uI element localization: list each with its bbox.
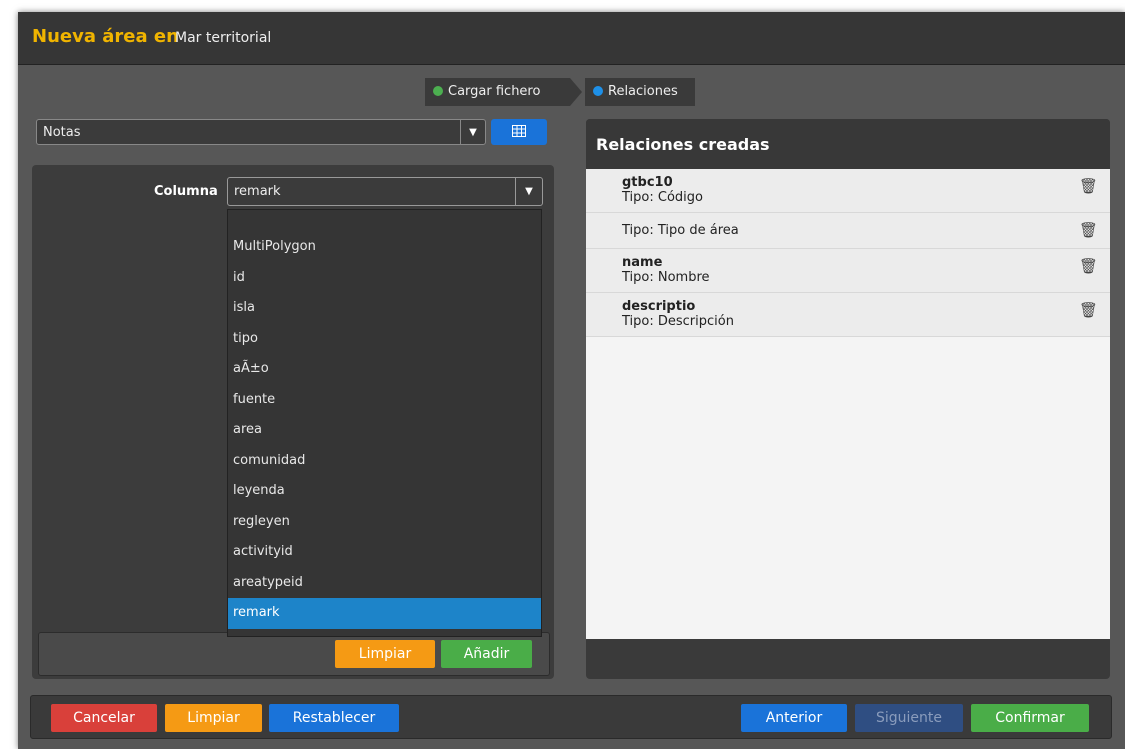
dropdown-option[interactable]: area bbox=[228, 415, 541, 446]
columna-select[interactable]: remark ▼ bbox=[227, 177, 543, 206]
left-panel-footer: Limpiar Añadir bbox=[38, 632, 550, 676]
dropdown-option[interactable]: fuente bbox=[228, 385, 541, 416]
anadir-button[interactable]: Añadir bbox=[441, 640, 532, 668]
dropdown-option[interactable]: regleyen bbox=[228, 507, 541, 538]
dropdown-option[interactable]: leyenda bbox=[228, 476, 541, 507]
step-done-dot bbox=[433, 86, 443, 96]
dropdown-option[interactable]: id bbox=[228, 263, 541, 294]
caret-down-icon: ▼ bbox=[460, 120, 485, 144]
step-relaciones[interactable]: Relaciones bbox=[585, 78, 695, 106]
step-label: Cargar fichero bbox=[448, 84, 541, 99]
relation-type: Tipo: Nombre bbox=[622, 270, 710, 285]
relations-panel: Relaciones creadas gtbc10 Tipo: Código 🗑… bbox=[586, 119, 1110, 679]
dropdown-option[interactable]: areatypeid bbox=[228, 568, 541, 599]
cancelar-button[interactable]: Cancelar bbox=[51, 704, 157, 732]
dropdown-option[interactable]: tipo bbox=[228, 324, 541, 355]
step-arrow bbox=[570, 78, 582, 106]
trash-icon[interactable]: 🗑 bbox=[1079, 177, 1098, 195]
relation-name: descriptio bbox=[622, 299, 696, 314]
relation-type: Tipo: Descripción bbox=[622, 314, 734, 329]
siguiente-button: Siguiente bbox=[855, 704, 963, 732]
relation-item: descriptio Tipo: Descripción 🗑 bbox=[586, 293, 1110, 337]
relation-name: gtbc10 bbox=[622, 175, 673, 190]
relation-item: Tipo: Tipo de área 🗑 bbox=[586, 213, 1110, 249]
table-grid-button[interactable] bbox=[491, 119, 547, 145]
notas-select[interactable]: Notas ▼ bbox=[36, 119, 486, 145]
columna-select-value: remark bbox=[234, 184, 281, 199]
notas-select-value: Notas bbox=[43, 125, 81, 140]
anterior-button[interactable]: Anterior bbox=[741, 704, 847, 732]
relation-type: Tipo: Tipo de área bbox=[622, 223, 739, 238]
dialog-subtitle: Mar territorial bbox=[175, 30, 272, 46]
relation-type: Tipo: Código bbox=[622, 190, 703, 205]
dropdown-option-empty[interactable] bbox=[228, 210, 541, 232]
step-label: Relaciones bbox=[608, 84, 678, 99]
caret-down-icon: ▼ bbox=[515, 178, 542, 205]
confirmar-button[interactable]: Confirmar bbox=[971, 704, 1089, 732]
dropdown-option[interactable]: comunidad bbox=[228, 446, 541, 477]
relations-title: Relaciones creadas bbox=[596, 135, 770, 154]
dropdown-option[interactable]: aÃ±o bbox=[228, 354, 541, 385]
dropdown-option[interactable]: isla bbox=[228, 293, 541, 324]
relation-name: name bbox=[622, 255, 663, 270]
restablecer-button[interactable]: Restablecer bbox=[269, 704, 399, 732]
relation-item: gtbc10 Tipo: Código 🗑 bbox=[586, 169, 1110, 213]
relations-panel-header: Relaciones creadas bbox=[586, 119, 1110, 169]
dropdown-option[interactable]: MultiPolygon bbox=[228, 232, 541, 263]
dropdown-option-selected[interactable]: remark bbox=[228, 598, 541, 629]
trash-icon[interactable]: 🗑 bbox=[1079, 301, 1098, 319]
dropdown-option[interactable]: activityid bbox=[228, 537, 541, 568]
dialog-titlebar: Nueva área en Mar territorial bbox=[18, 12, 1125, 65]
relation-item: name Tipo: Nombre 🗑 bbox=[586, 249, 1110, 293]
step-cargar-fichero[interactable]: Cargar fichero bbox=[425, 78, 570, 106]
columna-dropdown-list: MultiPolygon id isla tipo aÃ±o fuente ar… bbox=[227, 209, 542, 637]
table-grid-icon bbox=[512, 125, 526, 137]
trash-icon[interactable]: 🗑 bbox=[1079, 257, 1098, 275]
columna-label: Columna bbox=[154, 184, 218, 199]
step-active-dot bbox=[593, 86, 603, 96]
relations-list: gtbc10 Tipo: Código 🗑 Tipo: Tipo de área… bbox=[586, 169, 1110, 639]
dialog-title: Nueva área en bbox=[32, 26, 179, 47]
trash-icon[interactable]: 🗑 bbox=[1079, 221, 1098, 239]
new-area-dialog: Nueva área en Mar territorial Cargar fic… bbox=[18, 12, 1125, 749]
dialog-footer: Cancelar Limpiar Restablecer Anterior Si… bbox=[30, 695, 1112, 739]
limpiar-column-button[interactable]: Limpiar bbox=[335, 640, 435, 668]
limpiar-button[interactable]: Limpiar bbox=[165, 704, 262, 732]
